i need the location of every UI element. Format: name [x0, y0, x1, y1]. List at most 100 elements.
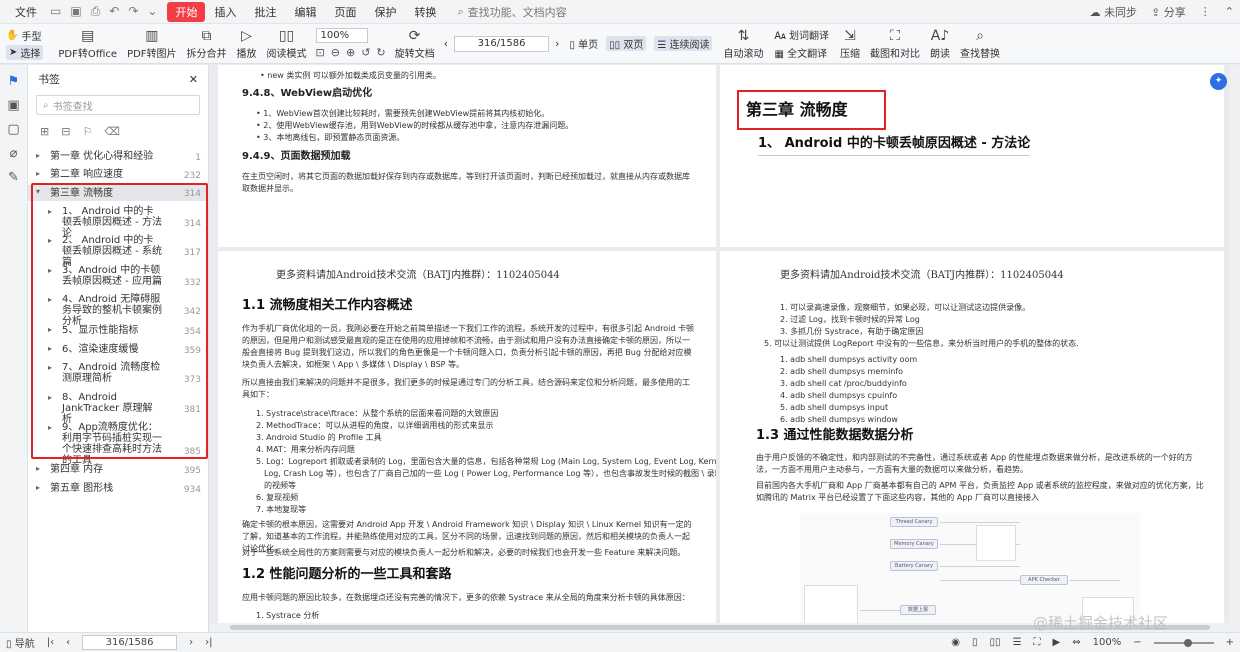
attachment-icon[interactable]: ⌀ — [0, 146, 27, 161]
pdf-to-office-button[interactable]: ▤ PDF转Office — [53, 25, 122, 63]
nav-toggle[interactable]: ▯ 导航 — [6, 635, 35, 650]
comment-icon[interactable]: ▢ — [0, 122, 27, 137]
bookmark-subitem[interactable]: ▸ 8、Android JankTracker 原理解析 381 — [28, 391, 209, 425]
bookmark-item-selected[interactable]: ▾ 第三章 流畅度 314 — [28, 185, 209, 201]
expand-arrow-icon[interactable]: ▸ — [36, 483, 40, 492]
rotate-left-icon[interactable]: ↺ — [361, 46, 370, 59]
zoom-slider[interactable] — [1153, 638, 1214, 647]
prev-page-icon[interactable]: ‹ — [66, 637, 70, 648]
bookmark-subitem[interactable]: ▸ 6、渲染速度缓慢 359 — [28, 342, 209, 358]
bookmark-properties-icon[interactable]: ⚐ — [82, 125, 92, 138]
rotate-right-icon[interactable]: ↻ — [376, 46, 385, 59]
bookmark-subitem[interactable]: ▸ 9、App流畅度优化：利用字节码插桩实现一个快速排查高耗时方法的工具 385 — [28, 421, 209, 466]
single-page-button[interactable]: ▯ 单页 — [569, 36, 598, 51]
minimize-ribbon-icon[interactable]: ⌃ — [1225, 5, 1234, 18]
expand-arrow-icon[interactable]: ▸ — [48, 295, 52, 304]
first-page-icon[interactable]: |‹ — [47, 637, 54, 648]
status-page-input[interactable]: 316/1586 — [82, 635, 178, 650]
bookmark-subitem[interactable]: ▸ 2、 Android 中的卡顿丢帧原因概述 - 系统篇 317 — [28, 234, 209, 268]
collapse-arrow-icon[interactable]: ▾ — [36, 187, 40, 196]
zoom-out-icon[interactable]: − — [1133, 637, 1141, 648]
expand-arrow-icon[interactable]: ▸ — [36, 169, 40, 178]
bookmark-item[interactable]: ▸ 第四章 内存 395 — [28, 462, 209, 476]
bookmark-item[interactable]: ▸ 第二章 响应速度 232 — [28, 167, 209, 181]
bookmark-item[interactable]: ▸ 第五章 图形栈 934 — [28, 481, 209, 495]
bookmark-subitem[interactable]: ▸ 3、Android 中的卡顿丢帧原因概述 - 应用篇 332 — [28, 264, 209, 290]
sync-status[interactable]: ☁ 未同步 — [1090, 4, 1138, 20]
delete-bookmark-icon[interactable]: ⌫ — [104, 125, 120, 138]
save-icon[interactable]: ▣ — [70, 4, 81, 19]
add-bookmark-icon[interactable]: ⊞ — [40, 125, 49, 138]
menu-page[interactable]: 页面 — [325, 4, 365, 20]
reading-mode-button[interactable]: ▯▯ 阅读模式 — [262, 25, 312, 63]
zoom-level[interactable]: 100% — [1093, 637, 1122, 648]
menu-home[interactable]: 开始 — [167, 1, 206, 22]
eye-protect-icon[interactable]: ◉ — [951, 637, 960, 648]
vertical-scrollbar[interactable] — [1229, 65, 1240, 632]
split-merge-button[interactable]: ⧉ 拆分合并 — [182, 25, 232, 63]
fit-width-icon[interactable]: ⇔ — [1072, 637, 1080, 648]
expand-arrow-icon[interactable]: ▸ — [48, 236, 52, 245]
more-icon[interactable]: ⋮ — [1200, 5, 1211, 18]
continuous-reading-button[interactable]: ☰ 连续阅读 — [654, 36, 713, 51]
menu-convert[interactable]: 转换 — [405, 4, 445, 20]
expand-arrow-icon[interactable]: ▸ — [48, 423, 52, 432]
print-icon[interactable]: ⎙ — [91, 4, 101, 19]
continuous-view-icon[interactable]: ☰ — [1013, 637, 1022, 648]
zoom-select[interactable]: 100% — [315, 28, 368, 43]
zoom-slider-knob[interactable] — [1183, 638, 1192, 647]
expand-arrow-icon[interactable]: ▸ — [48, 363, 52, 372]
hand-tool[interactable]: ✋ 手型 — [6, 28, 43, 43]
next-page-icon[interactable]: › — [189, 637, 193, 648]
feature-search[interactable]: ⌕ 查找功能、文档内容 — [457, 4, 566, 20]
pdf-to-image-button[interactable]: ▥ PDF转图片 — [122, 25, 181, 63]
redo-icon[interactable]: ↷ — [128, 4, 138, 19]
next-page-icon[interactable]: › — [555, 37, 559, 50]
auto-scroll-button[interactable]: ⇅ 自动滚动 — [718, 25, 768, 63]
fit-page-icon[interactable]: ⊡ — [316, 46, 325, 59]
expand-arrow-icon[interactable]: ▸ — [36, 151, 40, 160]
bookmark-subitem[interactable]: ▸ 5、显示性能指标 354 — [28, 323, 209, 339]
menu-insert[interactable]: 插入 — [205, 4, 245, 20]
double-page-button[interactable]: ▯▯ 双页 — [606, 36, 647, 51]
read-aloud-button[interactable]: A♪ 朗读 — [925, 25, 955, 63]
bookmark-subitem[interactable]: ▸ 1、 Android 中的卡顿丢帧原因概述 - 方法论 314 — [28, 205, 209, 239]
rotate-doc-button[interactable]: ⟳ 旋转文档 — [390, 25, 440, 63]
zoom-in-icon[interactable]: + — [1226, 637, 1234, 648]
thumbnail-icon[interactable]: ▣ — [0, 98, 27, 113]
expand-arrow-icon[interactable]: ▸ — [36, 464, 40, 473]
play-icon[interactable]: ▶ — [1053, 637, 1061, 648]
full-translate-button[interactable]: ▦ 全文翻译 — [774, 45, 827, 60]
share-button[interactable]: ⇪ 分享 — [1151, 4, 1186, 20]
word-translate-button[interactable]: 🗛 划词翻译 — [774, 27, 829, 42]
close-icon[interactable]: ✕ — [189, 73, 198, 86]
find-replace-button[interactable]: ⌕ 查找替换 — [955, 25, 1005, 63]
bookmark-item[interactable]: ▸ 第一章 优化心得和经验 1 — [28, 149, 209, 163]
expand-arrow-icon[interactable]: ▸ — [48, 393, 52, 402]
single-view-icon[interactable]: ▯ — [972, 637, 978, 648]
menu-file[interactable]: 文件 — [6, 4, 46, 20]
expand-arrow-icon[interactable]: ▸ — [48, 207, 52, 216]
expand-arrow-icon[interactable]: ▸ — [48, 325, 52, 334]
compress-button[interactable]: ⇲ 压缩 — [835, 25, 865, 63]
bookmark-subitem[interactable]: ▸ 4、Android 无障碍服务导致的整机卡顿案例分析 342 — [28, 293, 209, 327]
page-input[interactable]: 316/1586 — [454, 35, 550, 52]
last-page-icon[interactable]: ›| — [205, 637, 212, 648]
chevron-down-icon[interactable]: ⌄ — [147, 4, 157, 19]
menu-protect[interactable]: 保护 — [365, 4, 405, 20]
zoom-out-icon[interactable]: ⊖ — [331, 46, 340, 59]
undo-icon[interactable]: ↶ — [109, 4, 119, 19]
expand-all-icon[interactable]: ⊟ — [61, 125, 70, 138]
signature-icon[interactable]: ✎ — [0, 170, 27, 185]
zoom-in-icon[interactable]: ⊕ — [346, 46, 355, 59]
bookmark-subitem[interactable]: ▸ 7、Android 流畅度检测原理简析 373 — [28, 361, 209, 387]
menu-edit[interactable]: 编辑 — [285, 4, 325, 20]
open-folder-icon[interactable]: ▭ — [50, 4, 61, 19]
ai-assistant-icon[interactable]: ✦ — [1210, 73, 1227, 90]
double-view-icon[interactable]: ▯▯ — [990, 637, 1001, 648]
select-tool[interactable]: ➤ 选择 — [6, 44, 44, 60]
expand-arrow-icon[interactable]: ▸ — [48, 344, 52, 353]
bookmark-search-input[interactable]: ⌕ 书签查找 — [36, 95, 200, 115]
expand-arrow-icon[interactable]: ▸ — [48, 266, 52, 275]
play-button[interactable]: ▷ 播放 — [232, 25, 262, 63]
